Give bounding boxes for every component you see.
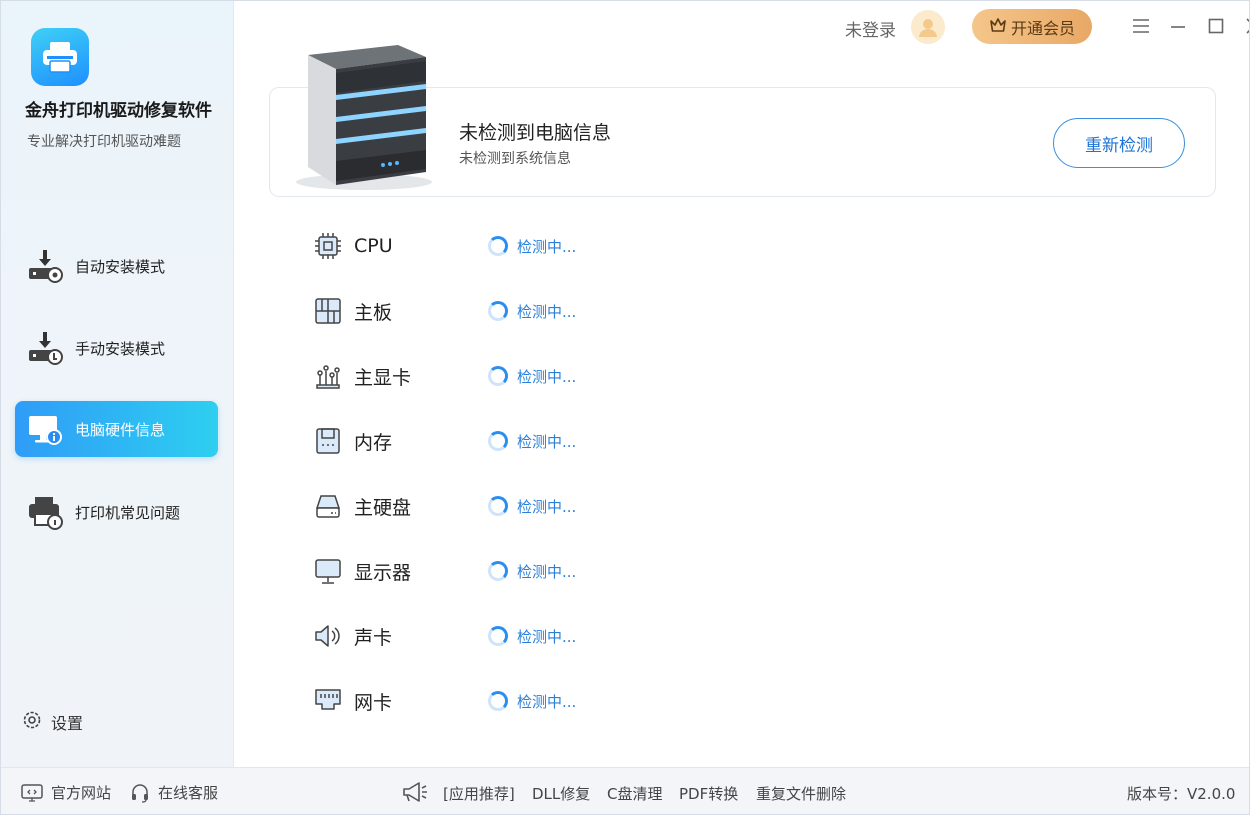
megaphone-icon [401,781,429,807]
hardware-status: 检测中... [517,432,577,451]
nav-item-hardware-info[interactable]: 电脑硬件信息 [15,401,218,457]
hardware-label: 主显卡 [354,366,412,389]
download-drive-gear-icon [25,246,65,286]
hardware-label: 主硬盘 [354,496,412,519]
app-recommend-tag: [应用推荐] [443,785,515,803]
nav-item-auto-install[interactable]: 自动安装模式 [15,238,218,294]
nav-label: 手动安装模式 [75,339,166,358]
hardware-label: CPU [354,235,393,257]
loading-spinner-icon [488,561,508,581]
hardware-label: 网卡 [354,691,393,714]
footer-bar: 官方网站 在线客服 [应用推荐] DLL修复 C盘清理 PDF转换 重复文件删除… [1,767,1249,814]
hardware-status: 检测中... [517,692,577,711]
loading-spinner-icon [488,626,508,646]
hardware-label: 声卡 [354,626,393,649]
hardware-label: 主板 [354,301,393,324]
hardware-status: 检测中... [517,627,577,646]
vip-button[interactable]: 开通会员 [972,9,1092,44]
browser-icon [21,783,43,802]
recheck-button[interactable]: 重新检测 [1053,118,1185,168]
menu-icon[interactable] [1130,15,1152,37]
hard-disk-icon [311,489,345,523]
hardware-label: 内存 [354,431,393,454]
maximize-icon[interactable] [1205,15,1227,37]
hardware-row-hard-disk: 主硬盘 检测中... [311,486,631,526]
version-label: 版本号：V2.0.0 [1127,785,1236,803]
hardware-status: 检测中... [517,367,577,386]
loading-spinner-icon [488,301,508,321]
monitor-info-icon [25,409,65,449]
official-website-label: 官方网站 [51,784,112,802]
app-subtitle: 专业解决打印机驱动难题 [27,134,181,150]
motherboard-icon [311,294,345,328]
hardware-row-sound-card: 声卡 检测中... [311,616,631,656]
server-illustration-icon [286,37,436,192]
download-drive-hand-icon [25,328,65,368]
pdf-convert-link[interactable]: PDF转换 [679,783,738,804]
info-subtitle: 未检测到系统信息 [459,151,571,167]
cpu-icon [311,229,345,263]
loading-spinner-icon [488,431,508,451]
online-support-link[interactable]: 在线客服 [130,782,218,803]
gear-icon [21,709,43,735]
nav-item-manual-install[interactable]: 手动安装模式 [15,320,218,376]
hardware-status: 检测中... [517,237,577,256]
hardware-status: 检测中... [517,497,577,516]
nav-label: 打印机常见问题 [75,503,181,522]
hardware-status: 检测中... [517,302,577,321]
settings-label: 设置 [51,714,84,733]
hardware-row-memory: 内存 检测中... [311,421,631,461]
speaker-icon [311,619,345,653]
nav-item-printer-faq[interactable]: 打印机常见问题 [15,484,218,540]
title-bar: 未登录 开通会员 [789,1,1249,53]
loading-spinner-icon [488,366,508,386]
close-icon[interactable] [1243,15,1249,37]
graphics-card-icon [311,359,345,393]
display-icon [311,554,345,588]
printer-logo-icon [31,28,89,86]
login-status[interactable]: 未登录 [845,16,896,41]
hardware-status: 检测中... [517,562,577,581]
headset-icon [130,783,150,803]
official-website-link[interactable]: 官方网站 [21,782,111,803]
network-card-icon [311,684,345,718]
loading-spinner-icon [488,496,508,516]
memory-icon [311,424,345,458]
app-window: 金舟打印机驱动修复软件 专业解决打印机驱动难题 自动安装模式 手动安装模式 电脑… [0,0,1250,815]
nav-label: 电脑硬件信息 [75,420,166,439]
printer-question-icon [25,492,65,532]
hardware-label: 显示器 [354,561,412,584]
avatar[interactable] [911,10,945,44]
online-support-label: 在线客服 [158,784,219,802]
app-title: 金舟打印机驱动修复软件 [25,101,212,121]
duplicate-file-delete-link[interactable]: 重复文件删除 [756,783,846,804]
sidebar: 金舟打印机驱动修复软件 专业解决打印机驱动难题 自动安装模式 手动安装模式 电脑… [1,1,234,767]
loading-spinner-icon [488,691,508,711]
minimize-icon[interactable] [1167,15,1189,37]
dll-repair-link[interactable]: DLL修复 [532,783,590,804]
nav-label: 自动安装模式 [75,257,166,276]
hardware-row-display: 显示器 检测中... [311,551,631,591]
hardware-row-network-card: 网卡 检测中... [311,681,631,721]
vip-label: 开通会员 [1010,18,1075,38]
c-drive-cleanup-link[interactable]: C盘清理 [607,783,662,804]
hardware-row-graphics-card: 主显卡 检测中... [311,356,631,396]
info-title: 未检测到电脑信息 [459,122,612,144]
hardware-row-cpu: CPU 检测中... [311,226,631,266]
crown-icon [989,17,1007,37]
loading-spinner-icon [488,236,508,256]
hardware-row-motherboard: 主板 检测中... [311,291,631,331]
settings-button[interactable]: 设置 [21,709,83,735]
